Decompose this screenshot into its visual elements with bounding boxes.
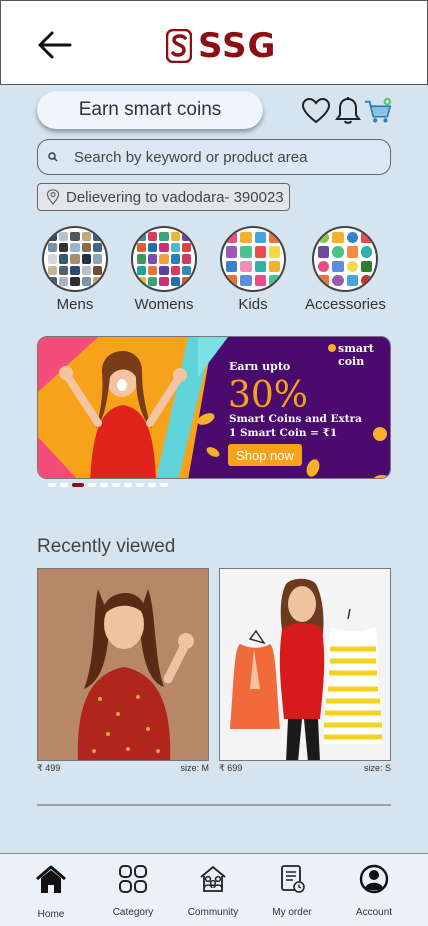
nav-account[interactable]: Account xyxy=(334,854,414,926)
banner-percent: 30% xyxy=(228,375,308,416)
banner-brand-top: smart xyxy=(338,342,375,355)
search-bar[interactable] xyxy=(37,139,391,175)
search-input[interactable] xyxy=(74,148,364,166)
category-icon xyxy=(119,865,147,893)
nav-my-order[interactable]: My order xyxy=(252,854,332,926)
shop-now-label: Shop now xyxy=(236,448,294,463)
accessories-grid xyxy=(318,232,372,286)
recently-viewed-title: Recently viewed xyxy=(37,536,176,557)
kids-clothes-grid xyxy=(226,232,280,286)
nav-label: Category xyxy=(112,907,154,918)
product-size: size: M xyxy=(180,763,209,773)
logo-text: SSG xyxy=(198,26,277,66)
womens-clothes-grid xyxy=(137,232,191,286)
category-label: Accessories xyxy=(305,296,386,313)
carousel-dot[interactable] xyxy=(88,483,96,487)
carousel-dot[interactable] xyxy=(148,483,156,487)
account-icon xyxy=(359,864,389,894)
order-icon xyxy=(281,865,305,893)
category-womens[interactable]: Womens xyxy=(124,226,204,313)
carousel-dots xyxy=(48,483,168,487)
womens-category-image xyxy=(131,226,197,292)
cart-icon[interactable] xyxy=(364,96,392,126)
carousel-dot[interactable] xyxy=(124,483,132,487)
nav-label: Account xyxy=(355,907,393,918)
back-button[interactable] xyxy=(37,29,73,61)
product-price: ₹ 699 xyxy=(219,763,243,773)
category-accessories[interactable]: Accessories xyxy=(305,226,386,313)
arrow-left-icon xyxy=(38,31,72,59)
top-bar: SSG xyxy=(0,0,428,85)
mens-clothes-grid xyxy=(48,232,102,286)
category-label: Womens xyxy=(134,296,194,313)
nav-label: Home xyxy=(37,909,65,920)
location-pin-icon xyxy=(46,189,60,205)
promo-banner[interactable]: smart coin Earn upto 30% Smart Coins and… xyxy=(37,336,391,479)
product-price: ₹ 499 xyxy=(37,763,61,773)
nav-category[interactable]: Category xyxy=(93,854,173,926)
nav-community[interactable]: Community xyxy=(173,854,253,926)
banner-earn-upto: Earn upto xyxy=(229,360,290,373)
search-icon xyxy=(48,152,58,162)
product-card[interactable]: ₹ 499 size: M xyxy=(37,568,209,774)
mens-category-image xyxy=(42,226,108,292)
app-logo: SSG xyxy=(166,27,276,65)
nav-label: Community xyxy=(187,907,239,918)
nav-home[interactable]: Home xyxy=(11,854,91,926)
earn-smart-coins-button[interactable]: Earn smart coins xyxy=(37,91,263,129)
category-kids[interactable]: Kids xyxy=(213,226,293,313)
product-size: size: S xyxy=(363,763,391,773)
carousel-dot[interactable] xyxy=(160,483,168,487)
logo-icon xyxy=(166,29,192,63)
product-image xyxy=(37,568,209,761)
carousel-dot[interactable] xyxy=(136,483,144,487)
bottom-navigation: Home Category Community My order Account xyxy=(0,853,428,926)
carousel-dot[interactable] xyxy=(112,483,120,487)
banner-brand-bottom: coin xyxy=(338,355,364,368)
nav-label: My order xyxy=(272,907,312,918)
delivery-text: Delievering to vadodara- 390023 xyxy=(66,188,284,206)
category-mens[interactable]: Mens xyxy=(35,226,115,313)
home-icon xyxy=(36,865,66,893)
section-divider xyxy=(37,804,391,806)
accessories-category-image xyxy=(312,226,378,292)
carousel-dot[interactable] xyxy=(48,483,56,487)
category-label: Kids xyxy=(238,296,268,313)
banner-graphic: smart coin Earn upto 30% Smart Coins and… xyxy=(38,337,390,478)
product-image xyxy=(219,568,391,761)
carousel-dot[interactable] xyxy=(100,483,108,487)
banner-line2: 1 Smart Coin = ₹1 xyxy=(229,427,337,439)
kids-category-image xyxy=(220,226,286,292)
community-icon xyxy=(200,865,226,892)
carousel-dot[interactable] xyxy=(72,483,84,487)
product-card[interactable]: ₹ 699 size: S xyxy=(219,568,391,774)
carousel-dot[interactable] xyxy=(60,483,68,487)
heart-icon[interactable] xyxy=(301,96,331,126)
bell-icon[interactable] xyxy=(333,96,363,126)
delivery-location[interactable]: Delievering to vadodara- 390023 xyxy=(37,183,290,211)
category-label: Mens xyxy=(56,296,94,313)
banner-line1: Smart Coins and Extra xyxy=(229,413,362,425)
